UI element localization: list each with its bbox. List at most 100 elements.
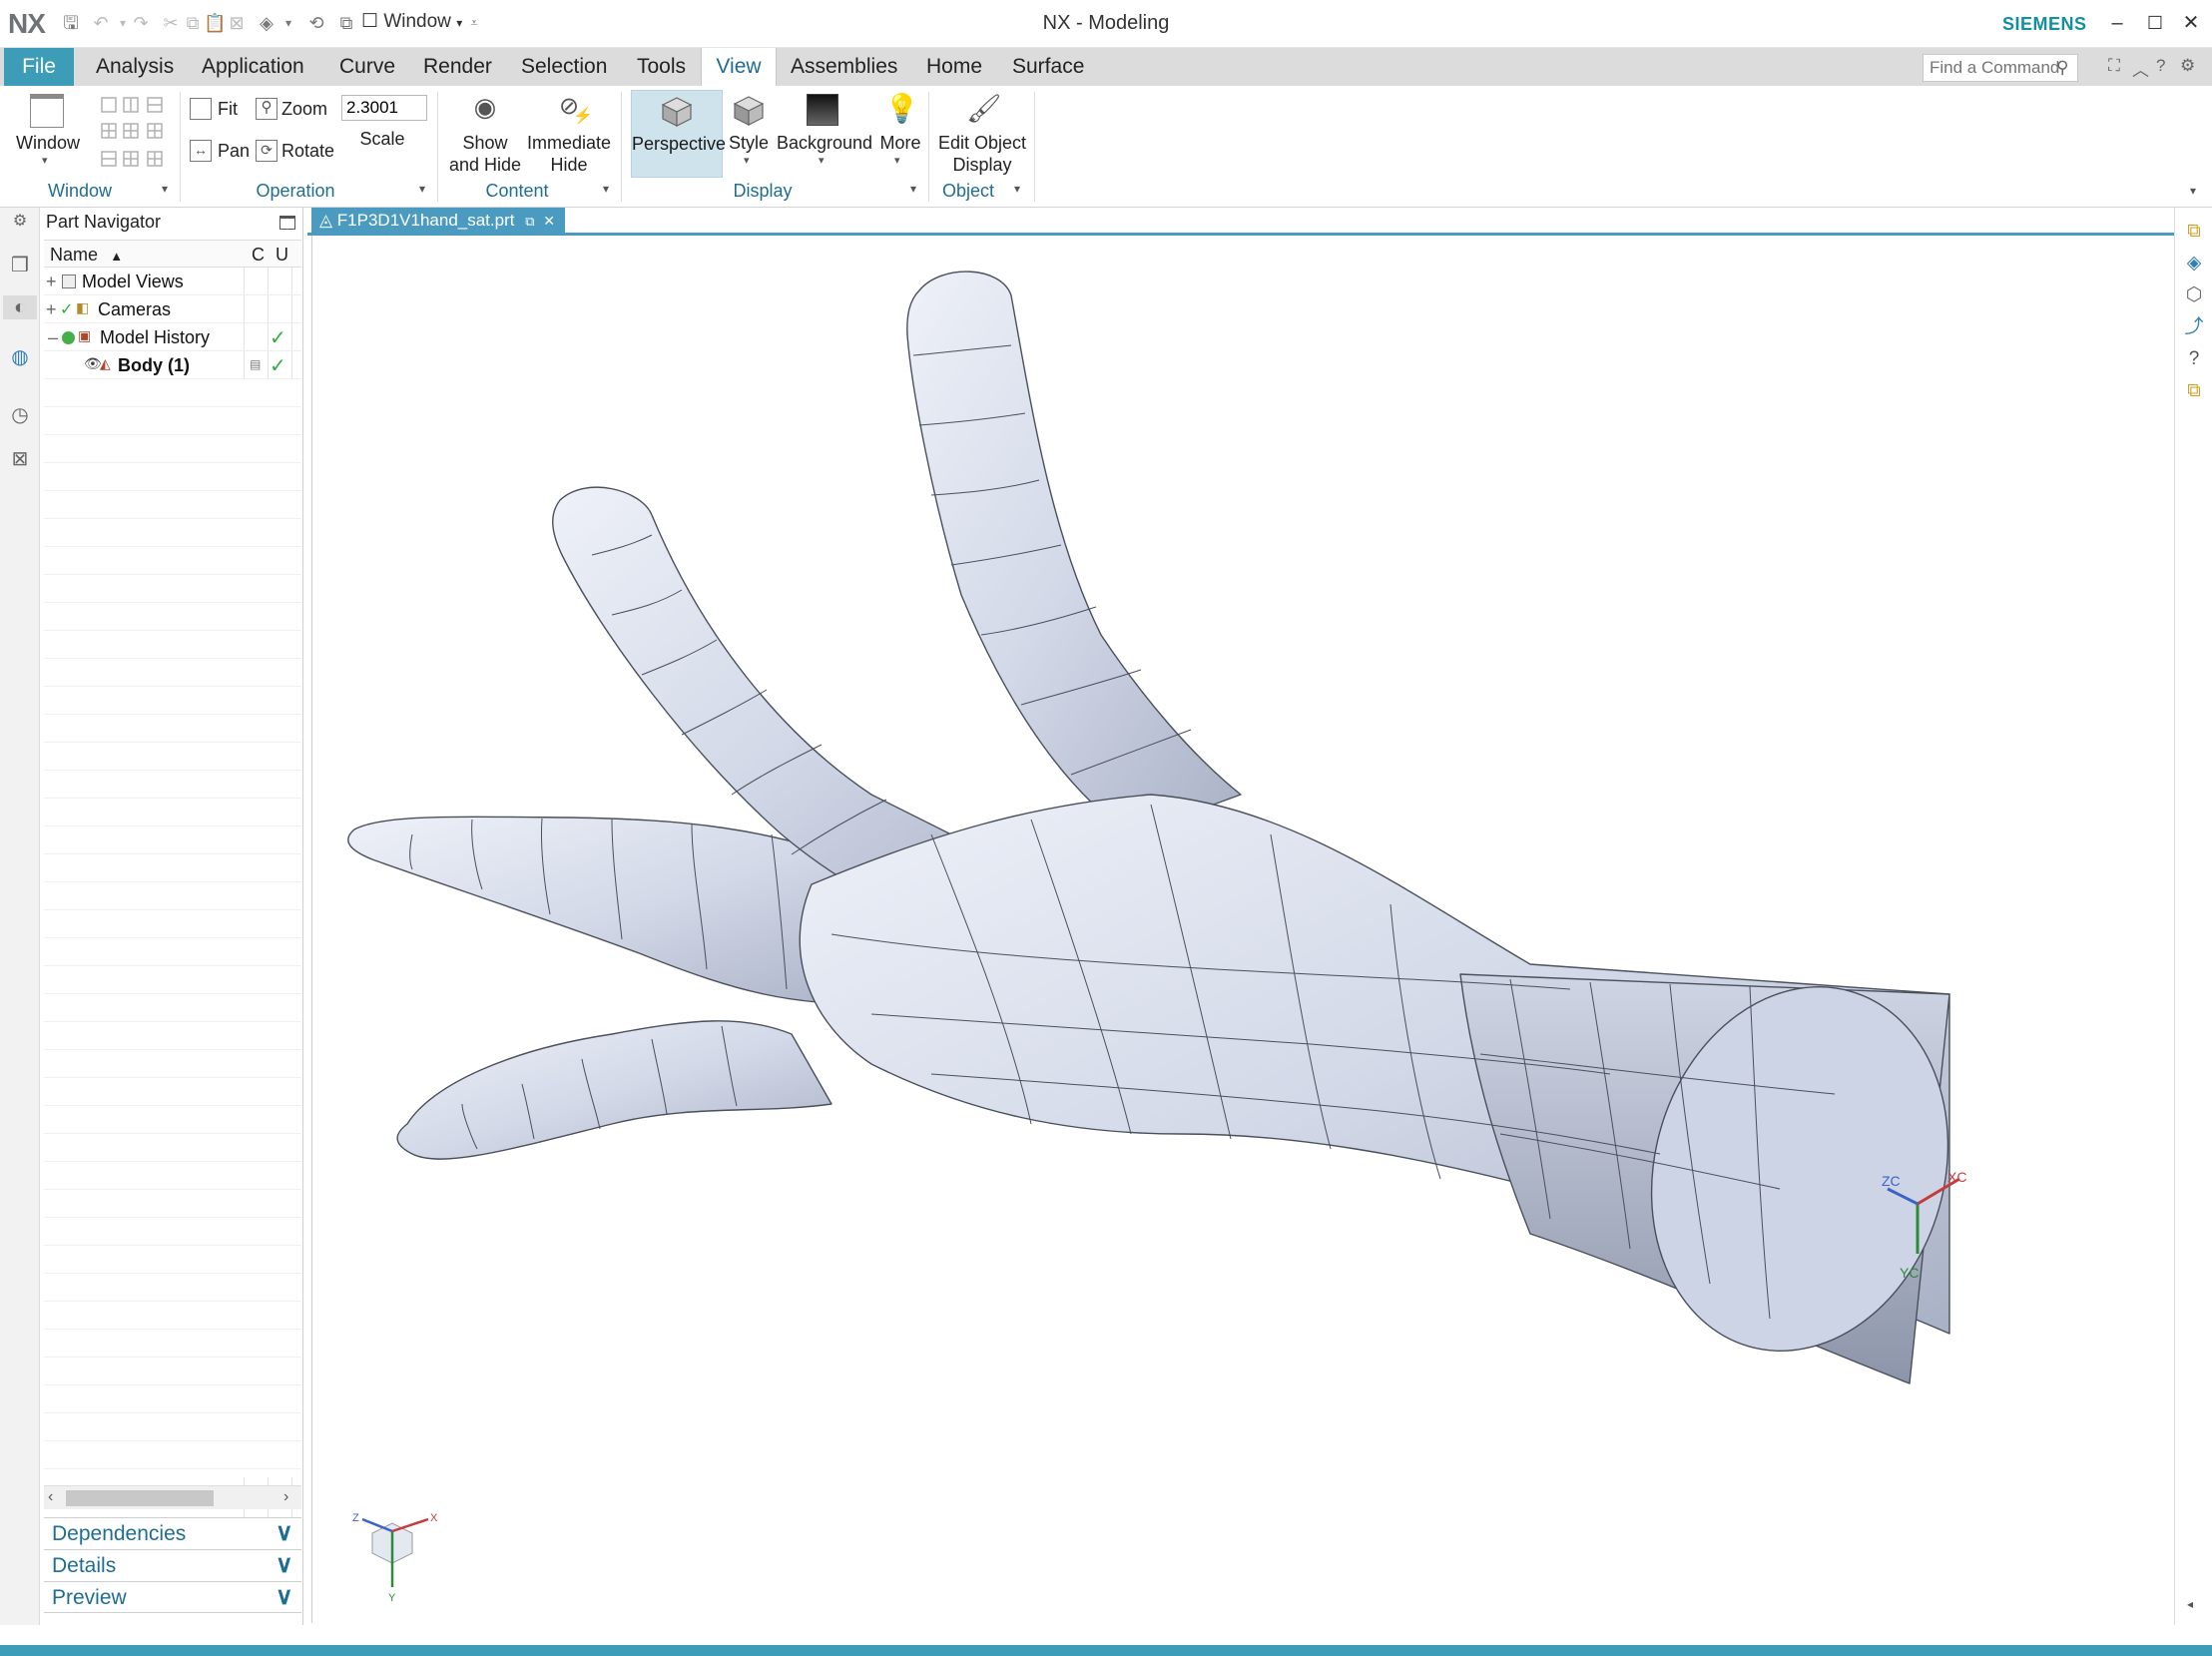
scroll-right-icon[interactable]: › [283,1488,288,1506]
eye-icon: ◉ [473,92,497,122]
menu-render[interactable]: Render [415,48,500,86]
assembly-navigator-icon[interactable]: ❒ [8,254,32,277]
triad-z-label: Z [352,1512,359,1524]
pan-button[interactable]: ↔ Pan [190,138,250,166]
group-expand-icon[interactable]: ▾ [419,182,425,196]
menu-selection[interactable]: Selection [513,48,615,86]
app-title: NX - Modeling [1042,12,1170,34]
column-c[interactable]: C [252,245,265,266]
part-file-icon: ◬ [319,211,337,230]
background-button[interactable]: Background ▾ [777,90,872,178]
rotate-button[interactable]: ⟳ Rotate [256,138,339,166]
tree-row-model-views[interactable]: + Model Views [44,268,301,295]
roles-icon[interactable]: ⧉ [2182,220,2206,244]
web-browser-icon[interactable]: ◍ [8,345,32,369]
menu-curve[interactable]: Curve [331,48,403,86]
menu-surface[interactable]: Surface [1004,48,1092,86]
hand-model[interactable]: XC YC ZC X Y Z [312,236,2174,1623]
expand-icon[interactable]: + [46,299,57,320]
tree-row-body[interactable]: 👁 ◭ Body (1) ▤ ✓ [44,351,301,379]
collapse-ribbon-icon[interactable]: ︿ [2132,56,2149,81]
group-expand-icon[interactable]: ▾ [1014,182,1020,196]
search-icon[interactable]: ⚲ [2056,58,2068,78]
graphics-window[interactable]: XC YC ZC X Y Z [311,236,2174,1623]
view-triad: X Y Z [352,1512,438,1604]
reuse-library-icon[interactable]: ⤴ [2182,315,2206,339]
fit-button[interactable]: Fit [190,96,246,124]
history-clock-icon[interactable]: ◷ [8,403,32,427]
up-to-date-check-icon: ✓ [270,327,286,349]
group-label-operation: Operation [256,181,335,201]
background-icon [807,94,838,126]
collapse-icon[interactable]: – [48,327,58,348]
scroll-thumb[interactable] [66,1490,214,1506]
chevron-down-icon: ▾ [42,155,48,167]
full-screen-icon[interactable]: ⛶ [2108,56,2120,76]
settings-icon[interactable]: ⚙ [2180,56,2195,76]
tree-row-cameras[interactable]: + ✓ ◧ Cameras [44,295,301,323]
csys-x-label: XC [1947,1169,1966,1185]
menu-file[interactable]: File [4,48,74,86]
minimize-button[interactable]: – [2102,10,2132,36]
system-scenes-icon[interactable]: ⧉ [2182,379,2206,403]
scale-input[interactable] [341,95,427,121]
close-tab-icon[interactable]: ✕ [543,213,555,229]
part-navigator-icon[interactable]: ◐ [3,295,37,319]
more-button[interactable]: 💡 More ▾ [874,90,926,178]
group-expand-icon[interactable]: ▾ [162,182,168,196]
maximize-panel-icon[interactable] [279,216,295,230]
window-icon [30,94,64,128]
style-button[interactable]: Style ▾ [727,90,771,178]
group-separator [1034,92,1035,202]
column-u[interactable]: U [276,245,288,266]
show-and-hide-button[interactable]: ◉ Show and Hide [447,90,523,178]
scroll-left-icon[interactable]: ‹ [48,1488,53,1506]
menu-application[interactable]: Application [194,48,312,86]
menu-bar: File Analysis Application Curve Render S… [0,48,2212,86]
group-expand-icon[interactable]: ▾ [910,182,916,196]
maximize-button[interactable]: ☐ [2140,10,2170,36]
details-panel[interactable]: Details ∨ [44,1549,301,1581]
checkmark-icon[interactable]: ✓ [60,299,73,319]
layout-grid-icon [101,97,163,167]
close-button[interactable]: ✕ [2176,10,2206,36]
zoom-button[interactable]: ⚲ Zoom [256,96,335,124]
resource-settings-icon[interactable]: ⚙ [8,210,32,234]
column-name[interactable]: Name ▲ [50,245,123,266]
menu-analysis[interactable]: Analysis [88,48,182,86]
group-expand-icon[interactable]: ▾ [603,182,609,196]
immediate-hide-button[interactable]: ⊘ ⚡ Immediate Hide [527,90,611,178]
dependencies-panel[interactable]: Dependencies ∨ [44,1517,301,1549]
window-button[interactable]: Window ▾ [12,90,84,178]
horizontal-scrollbar[interactable]: ‹ › [44,1485,301,1509]
pan-label: Pan [218,141,251,161]
details-label: Details [52,1554,117,1577]
perspective-button[interactable]: Perspective [631,90,727,178]
ribbon-options-icon[interactable]: ▾ [2190,184,2196,198]
help-icon[interactable]: ? [2182,347,2206,371]
tree-row-model-history[interactable]: – ▣ Model History ✓ [44,323,301,351]
column-c-status-icon: ▤ [250,357,262,371]
find-command-input[interactable] [1923,54,2078,82]
edit-object-display-button[interactable]: 🖌 Edit Object Display [932,90,1032,178]
pan-icon: ↔ [190,140,212,162]
perspective-label: Perspective [632,134,727,154]
tree-label: Body (1) [118,355,190,375]
window-layout-grid[interactable] [100,96,170,172]
menu-tools[interactable]: Tools [629,48,694,86]
document-tab[interactable]: ◬ F1P3D1V1hand_sat.prt ⧉ ✕ [311,208,565,233]
expand-icon[interactable]: + [46,272,57,292]
preview-panel[interactable]: Preview ∨ [44,1581,301,1613]
view-cube-icon[interactable]: ◈ [2182,252,2206,276]
hexagon-icon[interactable]: ⬡ [2182,283,2206,307]
menu-home[interactable]: Home [918,48,990,86]
menu-view[interactable]: View [701,48,777,86]
undock-icon[interactable]: ⧉ [525,214,534,229]
chevron-down-icon: ∨ [276,1583,293,1610]
edit-object-display-label-2: Display [952,155,1012,175]
role-icon[interactable]: ⊠ [8,447,32,471]
menu-assemblies[interactable]: Assemblies [783,48,905,86]
resize-corner-icon[interactable]: ◂ [2187,1597,2193,1611]
help-icon[interactable]: ? [2156,56,2165,76]
resource-bar: ⚙ ❒ ◐ ◍ ◷ ⊠ [0,208,40,1625]
